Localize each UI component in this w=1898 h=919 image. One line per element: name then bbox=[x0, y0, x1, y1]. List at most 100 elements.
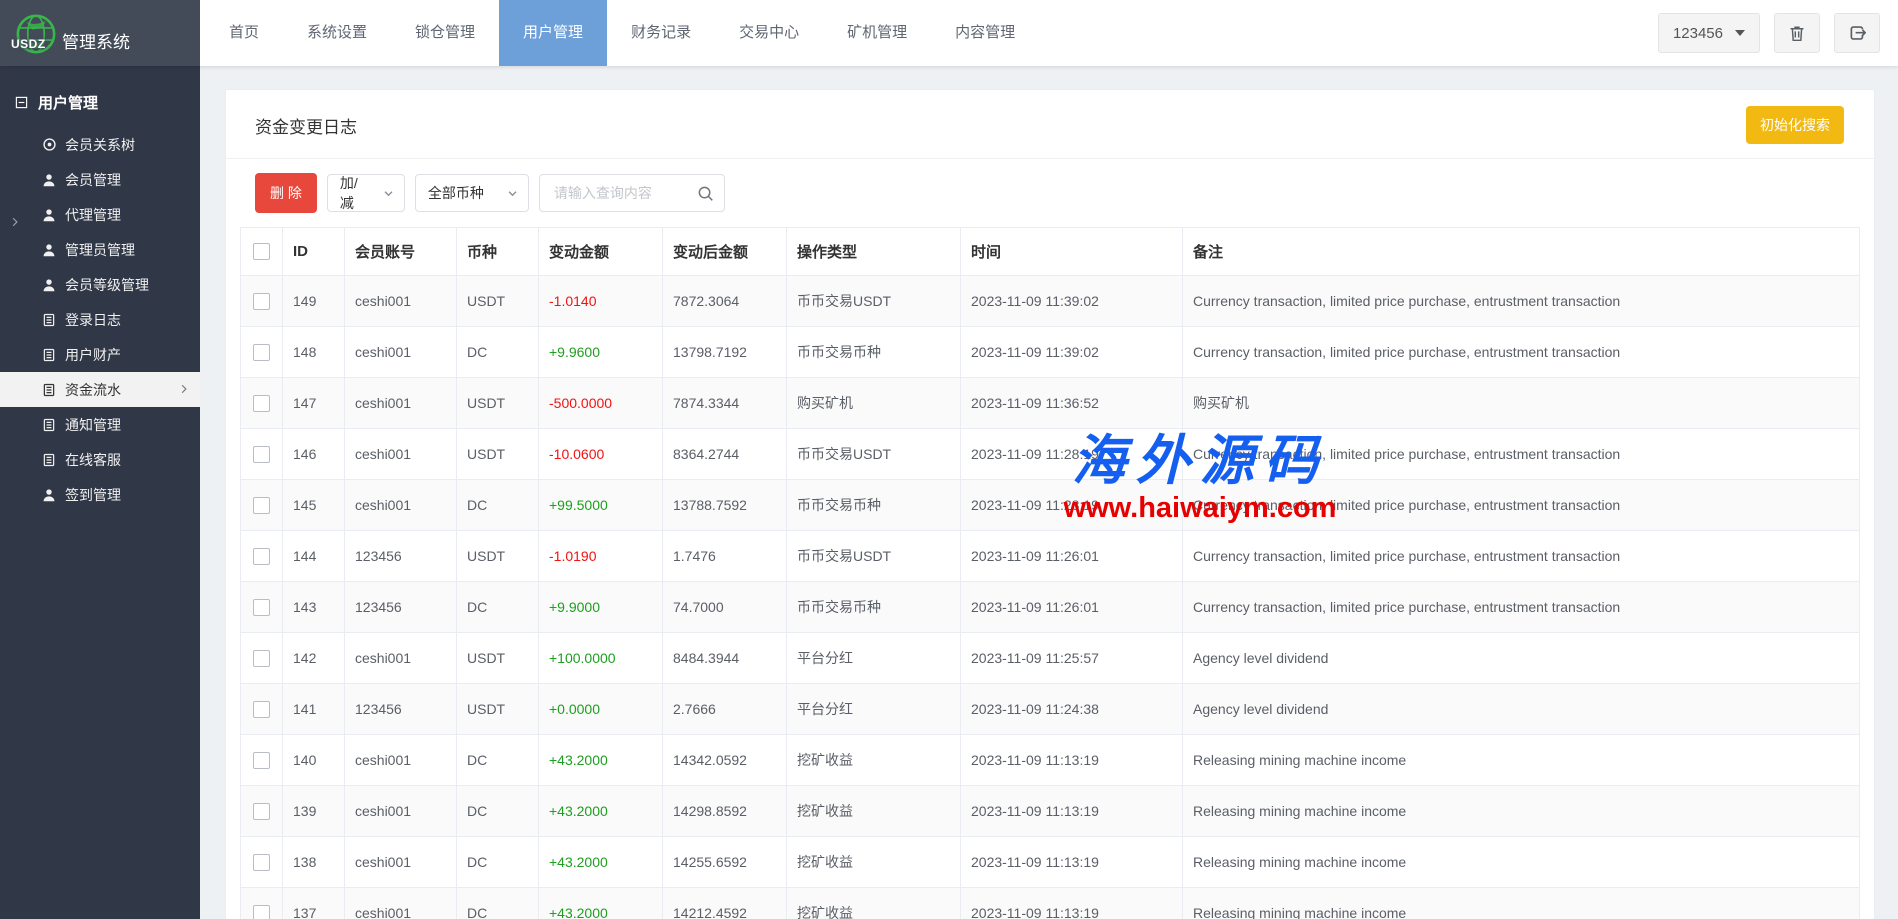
nav-tab[interactable]: 矿机管理 bbox=[823, 0, 931, 66]
sidebar-menu: 会员关系树会员管理代理管理管理员管理会员等级管理登录日志用户财产资金流水通知管理… bbox=[0, 127, 200, 512]
cell-change-amount: -1.0190 bbox=[539, 531, 663, 582]
search-icon[interactable] bbox=[697, 185, 714, 202]
topbar-actions: 123456 bbox=[1658, 0, 1898, 66]
sidebar-item[interactable]: 通知管理 bbox=[0, 407, 200, 442]
log-table: ID会员账号币种变动金额变动后金额操作类型时间备注 149ceshi001USD… bbox=[240, 227, 1860, 919]
delete-button[interactable]: 删 除 bbox=[255, 173, 317, 213]
sidebar-item[interactable]: 用户财产 bbox=[0, 337, 200, 372]
sidebar-item-label: 会员管理 bbox=[65, 170, 121, 190]
row-checkbox[interactable] bbox=[253, 497, 270, 514]
cell-change-amount: +100.0000 bbox=[539, 633, 663, 684]
toolbar: 删 除 加/减 全部币种 bbox=[226, 159, 1874, 225]
cell-after-amount: 14298.8592 bbox=[663, 786, 787, 837]
globe-logo-icon: USDZ bbox=[12, 9, 60, 57]
table-body: 149ceshi001USDT-1.01407872.3064币币交易USDT2… bbox=[241, 276, 1860, 919]
cell-time: 2023-11-09 11:24:38 bbox=[961, 684, 1183, 735]
sidebar-item[interactable]: 管理员管理 bbox=[0, 232, 200, 267]
user-dropdown-label: 123456 bbox=[1673, 25, 1723, 42]
cell-remark: Releasing mining machine income bbox=[1183, 837, 1860, 888]
sidebar-item[interactable]: 会员关系树 bbox=[0, 127, 200, 162]
row-checkbox[interactable] bbox=[253, 344, 270, 361]
cell-account: 123456 bbox=[345, 684, 457, 735]
app-root: USDZ 管理系统 首页系统设置锁仓管理用户管理财务记录交易中心矿机管理内容管理… bbox=[0, 0, 1898, 919]
sidebar-item-label: 会员关系树 bbox=[65, 135, 135, 155]
row-checkbox[interactable] bbox=[253, 599, 270, 616]
nav-tab[interactable]: 内容管理 bbox=[931, 0, 1039, 66]
trash-button[interactable] bbox=[1774, 13, 1820, 53]
column-header: 变动后金额 bbox=[663, 228, 787, 276]
sidebar-item[interactable]: 代理管理 bbox=[0, 197, 200, 232]
chevron-right-icon bbox=[178, 383, 190, 395]
chevron-down-icon bbox=[507, 188, 518, 199]
cell-account: ceshi001 bbox=[345, 276, 457, 327]
init-search-button[interactable]: 初始化搜索 bbox=[1746, 106, 1844, 144]
cell-remark: Currency transaction, limited price purc… bbox=[1183, 429, 1860, 480]
cell-id: 137 bbox=[283, 888, 345, 919]
cell-remark: Agency level dividend bbox=[1183, 684, 1860, 735]
plus-minus-select[interactable]: 加/减 bbox=[327, 174, 405, 212]
row-checkbox[interactable] bbox=[253, 650, 270, 667]
cell-id: 146 bbox=[283, 429, 345, 480]
table-header-row: ID会员账号币种变动金额变动后金额操作类型时间备注 bbox=[241, 228, 1860, 276]
table-row: 146ceshi001USDT-10.06008364.2744币币交易USDT… bbox=[241, 429, 1860, 480]
nav-tab[interactable]: 首页 bbox=[205, 0, 283, 66]
currency-select[interactable]: 全部币种 bbox=[415, 174, 529, 212]
nav-tab[interactable]: 交易中心 bbox=[715, 0, 823, 66]
row-checkbox[interactable] bbox=[253, 548, 270, 565]
cell-id: 141 bbox=[283, 684, 345, 735]
row-checkbox[interactable] bbox=[253, 446, 270, 463]
nav-tab[interactable]: 财务记录 bbox=[607, 0, 715, 66]
sidebar-collapse-chevron[interactable] bbox=[9, 216, 21, 228]
nav-tab[interactable]: 系统设置 bbox=[283, 0, 391, 66]
document-icon bbox=[42, 452, 57, 467]
cell-after-amount: 14255.6592 bbox=[663, 837, 787, 888]
search-input[interactable] bbox=[552, 184, 691, 202]
user-dropdown[interactable]: 123456 bbox=[1658, 13, 1760, 53]
cell-remark: Currency transaction, limited price purc… bbox=[1183, 276, 1860, 327]
cell-change-amount: +0.0000 bbox=[539, 684, 663, 735]
topbar: USDZ 管理系统 首页系统设置锁仓管理用户管理财务记录交易中心矿机管理内容管理… bbox=[0, 0, 1898, 66]
cell-currency: USDT bbox=[457, 633, 539, 684]
currency-select-value: 全部币种 bbox=[428, 183, 484, 203]
cell-currency: USDT bbox=[457, 531, 539, 582]
row-checkbox[interactable] bbox=[253, 905, 270, 919]
sidebar-item[interactable]: 会员等级管理 bbox=[0, 267, 200, 302]
nav-tab[interactable]: 锁仓管理 bbox=[391, 0, 499, 66]
column-header: 会员账号 bbox=[345, 228, 457, 276]
sidebar-item[interactable]: 登录日志 bbox=[0, 302, 200, 337]
cell-after-amount: 13788.7592 bbox=[663, 480, 787, 531]
cell-operation-type: 购买矿机 bbox=[787, 378, 961, 429]
cell-after-amount: 7872.3064 bbox=[663, 276, 787, 327]
row-checkbox[interactable] bbox=[253, 395, 270, 412]
sidebar-item[interactable]: 签到管理 bbox=[0, 477, 200, 512]
cell-change-amount: +43.2000 bbox=[539, 888, 663, 919]
cell-id: 138 bbox=[283, 837, 345, 888]
sidebar-section-header[interactable]: 用户管理 bbox=[0, 66, 200, 127]
cell-account: ceshi001 bbox=[345, 429, 457, 480]
cell-currency: USDT bbox=[457, 684, 539, 735]
logout-button[interactable] bbox=[1834, 13, 1880, 53]
cell-time: 2023-11-09 11:25:57 bbox=[961, 633, 1183, 684]
user-icon bbox=[42, 277, 57, 292]
sidebar-item[interactable]: 在线客服 bbox=[0, 442, 200, 477]
cell-time: 2023-11-09 11:36:52 bbox=[961, 378, 1183, 429]
cell-account: ceshi001 bbox=[345, 633, 457, 684]
sidebar-item-label: 管理员管理 bbox=[65, 240, 135, 260]
column-header: 备注 bbox=[1183, 228, 1860, 276]
cell-account: ceshi001 bbox=[345, 837, 457, 888]
sidebar-item-label: 代理管理 bbox=[65, 205, 121, 225]
row-checkbox[interactable] bbox=[253, 803, 270, 820]
nav-tab[interactable]: 用户管理 bbox=[499, 0, 607, 66]
row-checkbox[interactable] bbox=[253, 854, 270, 871]
cell-after-amount: 14212.4592 bbox=[663, 888, 787, 919]
cell-time: 2023-11-09 11:26:01 bbox=[961, 531, 1183, 582]
trash-icon bbox=[1788, 24, 1806, 42]
sidebar-item[interactable]: 会员管理 bbox=[0, 162, 200, 197]
row-checkbox[interactable] bbox=[253, 293, 270, 310]
row-checkbox[interactable] bbox=[253, 701, 270, 718]
cell-change-amount: +9.9000 bbox=[539, 582, 663, 633]
select-all-checkbox[interactable] bbox=[253, 243, 270, 260]
row-checkbox[interactable] bbox=[253, 752, 270, 769]
document-icon bbox=[42, 382, 57, 397]
sidebar-item[interactable]: 资金流水 bbox=[0, 372, 200, 407]
